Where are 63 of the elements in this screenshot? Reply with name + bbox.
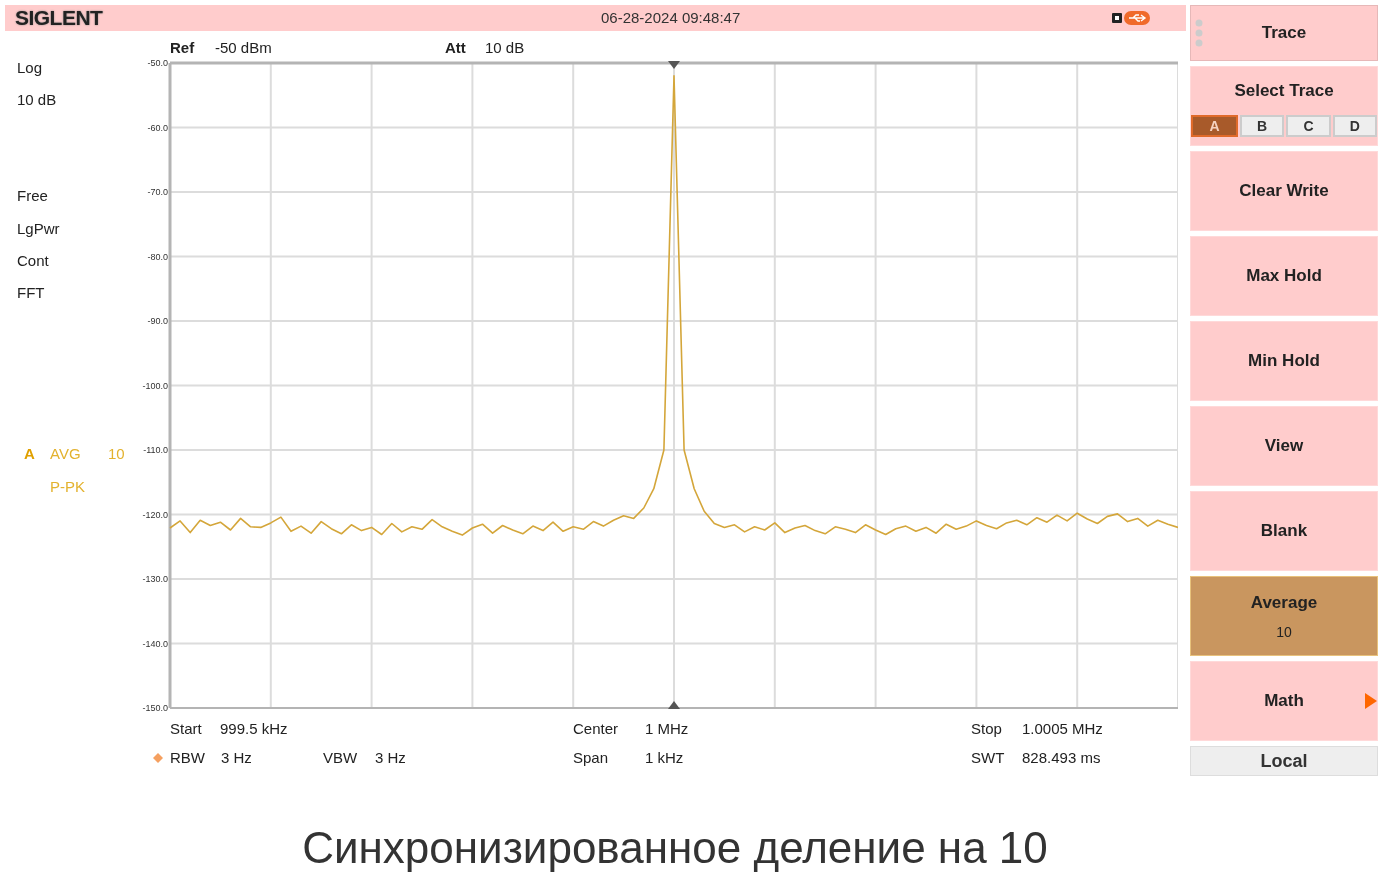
- y-tick-label: -60.0: [147, 122, 168, 133]
- setting-label: Ref: [170, 39, 196, 57]
- average-count: 10: [108, 445, 125, 463]
- trace-option-tab[interactable]: D: [1332, 115, 1377, 137]
- softkey[interactable]: Blank: [1190, 491, 1378, 571]
- span-label: Span: [573, 749, 610, 767]
- setting-label: Att: [445, 39, 467, 57]
- softkey[interactable]: Math: [1190, 661, 1378, 741]
- menu-title: Trace: [1260, 22, 1308, 44]
- y-tick-label: -50.0: [147, 58, 168, 68]
- vbw-value: 3 Hz: [375, 749, 406, 767]
- span-value: 1 kHz: [645, 749, 684, 767]
- rbw-value: 3 Hz: [221, 749, 252, 767]
- center-marker-icon: [668, 701, 680, 709]
- stop-value: 1.0005 MHz: [1022, 720, 1103, 738]
- brand-name: SIGLENT: [15, 6, 104, 30]
- softkey[interactable]: View: [1190, 406, 1378, 486]
- y-tick-label: -130.0: [142, 574, 168, 584]
- center-marker-icon: [668, 61, 680, 69]
- swt-value: 828.493 ms: [1022, 749, 1101, 767]
- softkey[interactable]: Max Hold: [1190, 236, 1378, 316]
- detector-label: P-PK: [50, 478, 85, 496]
- mode-label: Cont: [17, 252, 49, 270]
- triangle-right-icon: [1365, 693, 1377, 709]
- setting-value: -50 dBm: [215, 39, 273, 57]
- trace-mode: AVG: [50, 445, 82, 463]
- diamond-icon: [153, 753, 163, 763]
- center-label: Center: [573, 720, 620, 738]
- scale-label: Log: [17, 59, 43, 77]
- dots-icon: [1195, 18, 1203, 48]
- softkey[interactable]: Clear Write: [1190, 151, 1378, 231]
- start-value: 999.5 kHz: [220, 720, 288, 738]
- rbw-label: RBW: [170, 749, 206, 767]
- date-time: 06-28-2024 09:48:47: [601, 9, 741, 27]
- setting-value: 10 dB: [485, 39, 525, 57]
- softkey[interactable]: Min Hold: [1190, 321, 1378, 401]
- y-tick-label: -100.0: [142, 380, 168, 391]
- mode-label: Free: [17, 187, 48, 205]
- softkey-label: Select Trace: [1234, 80, 1334, 102]
- y-tick-label: -90.0: [147, 316, 168, 326]
- swt-label: SWT: [971, 749, 1006, 767]
- caption: Синхронизированное деление на 10: [302, 822, 1048, 874]
- vbw-label: VBW: [323, 749, 359, 767]
- y-tick-label: -70.0: [147, 187, 168, 197]
- y-tick-label: -120.0: [142, 509, 168, 520]
- scale-label: 10 dB: [17, 91, 57, 109]
- trace-option-tab[interactable]: A: [1191, 115, 1238, 137]
- softkey[interactable]: Average 10: [1190, 576, 1378, 656]
- trace-option-tab[interactable]: B: [1240, 115, 1285, 137]
- y-tick-label: -140.0: [142, 638, 168, 649]
- select-trace-softkey[interactable]: Select Trace A B C D: [1190, 66, 1378, 146]
- y-tick-label: -80.0: [147, 251, 168, 262]
- center-value: 1 MHz: [645, 720, 689, 738]
- y-tick-label: -110.0: [143, 445, 168, 455]
- mode-label: FFT: [17, 284, 45, 302]
- local-indicator: Local: [1190, 746, 1378, 776]
- start-label: Start: [170, 720, 203, 738]
- mode-label: LgPwr: [17, 220, 60, 238]
- trace-letter: A: [24, 445, 36, 463]
- stop-label: Stop: [971, 720, 1003, 738]
- trace-option-tab[interactable]: C: [1286, 115, 1331, 137]
- y-tick-label: -150.0: [142, 703, 168, 713]
- usb-status-icon: [1112, 10, 1150, 26]
